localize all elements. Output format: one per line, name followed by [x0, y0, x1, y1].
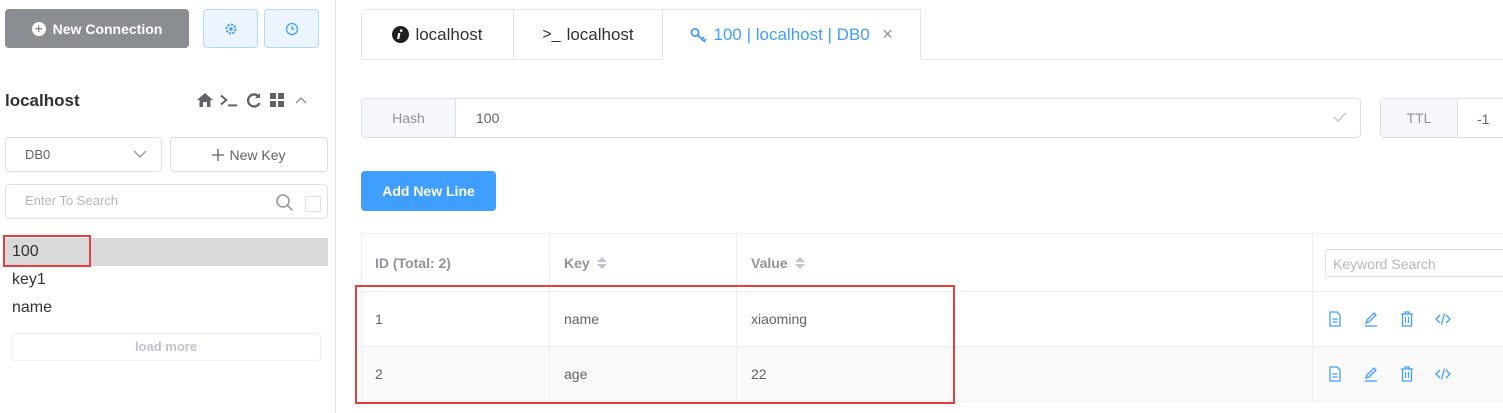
sidebar: + New Connection localhost DB0 New Key E… — [0, 0, 336, 413]
edit-icon[interactable] — [1361, 309, 1381, 329]
close-icon[interactable]: ✕ — [882, 26, 894, 43]
keyword-search-box — [1325, 249, 1503, 277]
connection-toolbar — [196, 90, 310, 110]
db-select[interactable]: DB0 — [5, 137, 162, 172]
keyword-search-input[interactable] — [1333, 256, 1503, 272]
key-type-label: Hash — [362, 99, 456, 137]
plus-circle-icon: + — [31, 21, 46, 36]
tab-label: localhost — [566, 24, 634, 44]
tab-terminal[interactable]: >_ localhost — [514, 9, 663, 60]
plus-icon — [212, 148, 225, 161]
refresh-icon[interactable] — [244, 90, 262, 110]
grid-icon[interactable] — [268, 90, 286, 110]
delete-icon[interactable] — [1397, 309, 1417, 329]
hash-table: ID (Total: 2) Key Value 1 name xiaoming … — [361, 233, 1503, 402]
add-new-line-button[interactable]: Add New Line — [361, 171, 496, 211]
check-icon[interactable] — [1332, 110, 1348, 129]
key-search-input[interactable] — [25, 193, 265, 208]
search-icon[interactable] — [275, 193, 294, 217]
tab-label: 100 | localhost | DB0 — [713, 24, 870, 44]
new-connection-button[interactable]: + New Connection — [5, 9, 189, 48]
new-key-button[interactable]: New Key — [170, 137, 328, 172]
terminal-icon[interactable] — [220, 90, 238, 110]
connection-name: localhost — [5, 91, 80, 110]
delete-icon[interactable] — [1397, 364, 1417, 384]
header-id: ID (Total: 2) — [361, 234, 550, 291]
settings-button[interactable] — [203, 9, 258, 48]
info-icon — [392, 26, 410, 43]
key-list-item[interactable]: key1 — [5, 266, 328, 294]
key-search-box — [5, 184, 328, 219]
new-key-label: New Key — [229, 146, 286, 163]
header-key[interactable]: Key — [550, 234, 737, 291]
key-name-input[interactable]: 100 — [476, 110, 499, 126]
tab-bar: localhost >_ localhost 100 | localhost |… — [361, 9, 921, 60]
clock-icon — [285, 22, 298, 35]
sort-icon[interactable] — [794, 256, 805, 269]
chevron-up-icon[interactable] — [292, 90, 310, 110]
chevron-down-icon — [133, 138, 147, 183]
copy-icon[interactable] — [1325, 309, 1345, 329]
new-connection-label: New Connection — [52, 20, 163, 37]
code-icon[interactable] — [1433, 309, 1453, 329]
terminal-icon: >_ — [542, 25, 561, 43]
row-actions — [1313, 292, 1503, 346]
code-icon[interactable] — [1433, 364, 1453, 384]
tab-connection-info[interactable]: localhost — [361, 9, 514, 60]
copy-icon[interactable] — [1325, 364, 1345, 384]
sort-icon[interactable] — [596, 256, 607, 269]
table-header-row: ID (Total: 2) Key Value — [361, 234, 1503, 292]
key-icon — [690, 27, 707, 43]
exact-search-checkbox[interactable] — [305, 196, 321, 212]
history-button[interactable] — [264, 9, 319, 48]
key-header-row: Hash 100 — [361, 98, 1361, 138]
ttl-input[interactable]: -1 — [1477, 111, 1489, 127]
settings-icon — [225, 23, 236, 34]
key-list-item[interactable]: name — [5, 294, 328, 322]
highlight-annotation-rows — [355, 285, 955, 404]
edit-icon[interactable] — [1361, 364, 1381, 384]
ttl-label: TTL — [1381, 99, 1458, 137]
home-icon[interactable] — [196, 90, 214, 110]
ttl-row: TTL -1 — [1380, 98, 1503, 138]
tab-label: localhost — [415, 24, 483, 44]
highlight-annotation-key — [3, 235, 91, 267]
load-more-button[interactable]: load more — [11, 333, 321, 361]
row-actions — [1313, 347, 1503, 401]
tab-key-detail[interactable]: 100 | localhost | DB0 ✕ — [663, 9, 921, 60]
db-select-value: DB0 — [25, 147, 51, 162]
header-value[interactable]: Value — [737, 234, 1313, 291]
